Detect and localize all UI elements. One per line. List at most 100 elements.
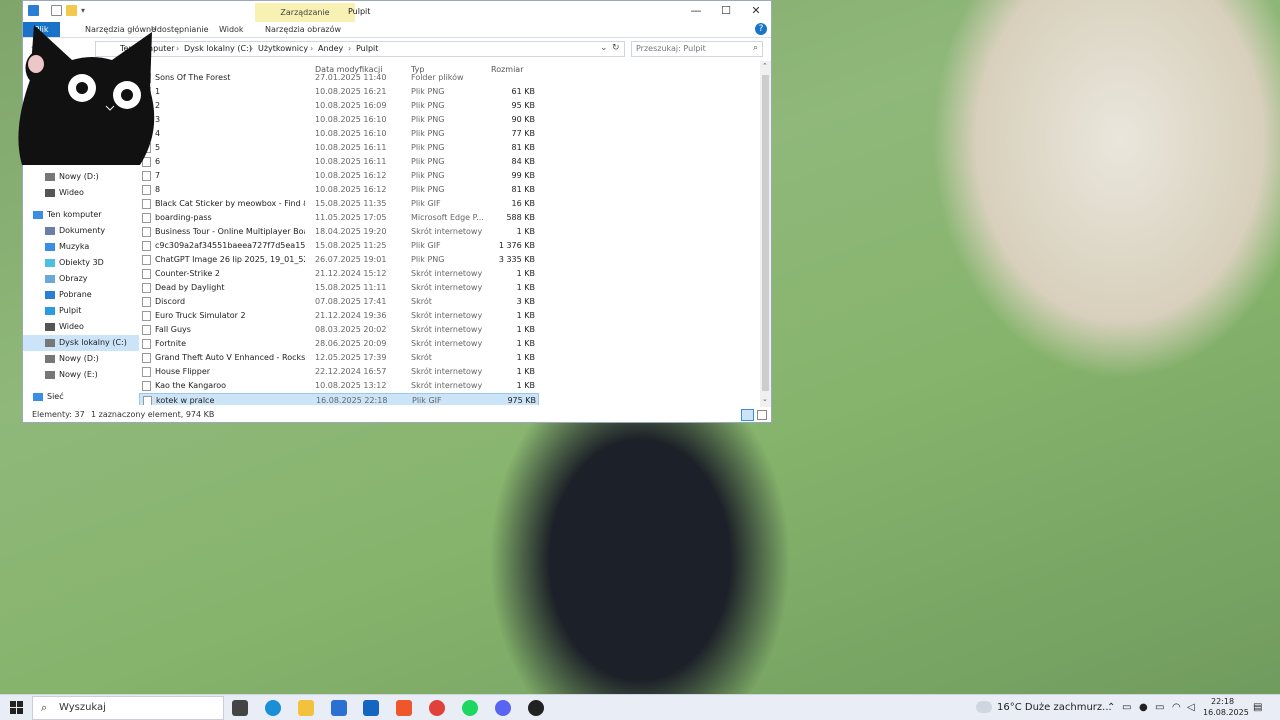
- file-date: 15.08.2025 11:35: [315, 199, 387, 208]
- taskbar-search[interactable]: ⌕ Wyszukaj: [32, 696, 224, 720]
- file-row[interactable]: Black Cat Sticker by meowbox - Find & S.…: [139, 197, 539, 211]
- nav-item[interactable]: Muzyka: [23, 239, 139, 255]
- weather-text[interactable]: 16°C Duże zachmurz...: [997, 702, 1112, 713]
- scroll-down-icon[interactable]: ⌄: [762, 395, 768, 403]
- large-icons-view-icon[interactable]: [757, 410, 767, 420]
- edge-icon[interactable]: [265, 700, 281, 716]
- nav-item[interactable]: Pobrane: [23, 287, 139, 303]
- volume-icon[interactable]: ◁: [1187, 702, 1195, 713]
- tab-view[interactable]: Widok: [213, 22, 250, 37]
- properties-icon[interactable]: [51, 5, 62, 16]
- discord-icon[interactable]: [495, 700, 511, 716]
- spotify-icon[interactable]: [462, 700, 478, 716]
- nav-item[interactable]: Wideo: [23, 319, 139, 335]
- file-row[interactable]: 2 10.08.2025 16:09 Plik PNG 95 KB: [139, 99, 539, 113]
- file-size: 99 KB: [511, 171, 535, 180]
- file-row[interactable]: kotek w pralce 16.08.2025 22:18 Plik GIF 97…: [139, 393, 539, 405]
- nav-item[interactable]: Obrazy: [23, 271, 139, 287]
- nav-item[interactable]: Nowy (D:): [23, 169, 139, 185]
- nav-item-label: Dysk lokalny (C:): [59, 338, 127, 347]
- address-bar[interactable]: Ten komputer › Dysk lokalny (C:) › Użytk…: [95, 41, 625, 57]
- breadcrumb-users[interactable]: Użytkownicy: [258, 44, 308, 53]
- file-row[interactable]: 8 10.08.2025 16:12 Plik PNG 81 KB: [139, 183, 539, 197]
- search-input[interactable]: Przeszukaj: Pulpit ⌕: [631, 41, 763, 57]
- file-explorer-icon[interactable]: [298, 700, 314, 716]
- file-row[interactable]: Counter-Strike 2 21.12.2024 15:12 Skrót in…: [139, 267, 539, 281]
- clock-date[interactable]: 16.08.2025: [1203, 708, 1249, 717]
- file-row[interactable]: 4 10.08.2025 16:10 Plik PNG 77 KB: [139, 127, 539, 141]
- file-type: Plik PNG: [411, 185, 445, 194]
- show-hidden-icons-icon[interactable]: ⌃: [1107, 702, 1115, 713]
- nav-item[interactable]: Ten komputer: [23, 207, 139, 223]
- file-row[interactable]: 7 10.08.2025 16:12 Plik PNG 99 KB: [139, 169, 539, 183]
- breadcrumb-desktop[interactable]: Pulpit: [356, 44, 378, 53]
- outlook-icon[interactable]: [363, 700, 379, 716]
- search-placeholder: Przeszukaj: Pulpit: [636, 44, 706, 53]
- nav-item[interactable]: Pulpit: [23, 303, 139, 319]
- file-row[interactable]: Grand Theft Auto V Enhanced - Rockstar .…: [139, 351, 539, 365]
- app-icon[interactable]: [528, 700, 544, 716]
- chrome-icon[interactable]: [429, 700, 445, 716]
- minimize-button[interactable]: —: [679, 1, 713, 21]
- file-type: Plik PNG: [411, 115, 445, 124]
- file-row[interactable]: Kao the Kangaroo 10.08.2025 13:12 Skrót in…: [139, 379, 539, 393]
- nav-item[interactable]: Nowy (D:): [23, 351, 139, 367]
- explorer-icon[interactable]: [28, 5, 39, 16]
- file-row[interactable]: boarding-pass 11.05.2025 17:05 Microsoft E…: [139, 211, 539, 225]
- vertical-scrollbar[interactable]: ⌃ ⌄: [760, 61, 771, 407]
- file-type: Skrót internetowy: [411, 339, 483, 348]
- nav-item-label: Obrazy: [59, 274, 88, 283]
- nav-item[interactable]: Obiekty 3D: [23, 255, 139, 271]
- task-view-icon[interactable]: [232, 700, 248, 716]
- refresh-icon[interactable]: ↻: [612, 43, 620, 53]
- dropdown-chevron-icon[interactable]: ⌄: [600, 43, 608, 53]
- brave-icon[interactable]: [396, 700, 412, 716]
- contextual-tab[interactable]: Zarządzanie: [255, 3, 355, 22]
- file-row[interactable]: ChatGPT Image 26 lip 2025, 19_01_52 26.07…: [139, 253, 539, 267]
- file-row[interactable]: Fall Guys 08.03.2025 20:02 Skrót interneto…: [139, 323, 539, 337]
- tab-picture-tools[interactable]: Narzędzia obrazów: [259, 22, 347, 37]
- meet-now-icon[interactable]: ▭: [1122, 702, 1131, 713]
- maximize-button[interactable]: ☐: [709, 1, 743, 21]
- close-button[interactable]: ✕: [739, 1, 773, 21]
- file-row[interactable]: Business Tour - Online Multiplayer Board…: [139, 225, 539, 239]
- nav-item[interactable]: Nowy (E:): [23, 367, 139, 383]
- file-row[interactable]: Dead by Daylight 15.08.2025 11:11 Skrót in…: [139, 281, 539, 295]
- customize-toolbar-icon[interactable]: ▾: [81, 6, 85, 15]
- microphone-icon[interactable]: ●: [1139, 702, 1148, 713]
- file-row[interactable]: Fortnite 28.06.2025 20:09 Skrót internetow…: [139, 337, 539, 351]
- file-row[interactable]: House Flipper 22.12.2024 16:57 Skrót inter…: [139, 365, 539, 379]
- network-icon[interactable]: ◠: [1172, 702, 1181, 713]
- store-icon[interactable]: [331, 700, 347, 716]
- new-folder-icon[interactable]: [66, 5, 77, 16]
- nav-item[interactable]: Dysk lokalny (C:): [23, 335, 139, 351]
- drive-icon: [45, 371, 55, 379]
- file-row[interactable]: 1 10.08.2025 16:21 Plik PNG 61 KB: [139, 85, 539, 99]
- file-type: Skrót: [411, 353, 432, 362]
- nav-item[interactable]: Dokumenty: [23, 223, 139, 239]
- file-row[interactable]: Discord 07.08.2025 17:41 Skrót 3 KB: [139, 295, 539, 309]
- file-row[interactable]: 3 10.08.2025 16:10 Plik PNG 90 KB: [139, 113, 539, 127]
- file-date: 21.12.2024 19:36: [315, 311, 387, 320]
- file-row[interactable]: Sons Of The Forest 27.01.2025 11:40 Folder…: [139, 71, 539, 85]
- file-date: 10.08.2025 16:09: [315, 101, 387, 110]
- file-row[interactable]: c9c309a2af34551baeea727f7d5ea151 15.08.20…: [139, 239, 539, 253]
- battery-icon[interactable]: ▭: [1155, 702, 1164, 713]
- breadcrumb-user[interactable]: Andey: [318, 44, 343, 53]
- file-row[interactable]: Euro Truck Simulator 2 21.12.2024 19:36 Sk…: [139, 309, 539, 323]
- scroll-up-icon[interactable]: ⌃: [762, 62, 768, 70]
- file-type: Plik PNG: [411, 255, 445, 264]
- weather-icon[interactable]: [976, 701, 992, 713]
- clock-time[interactable]: 22:18: [1211, 697, 1234, 706]
- details-view-icon[interactable]: [741, 409, 754, 421]
- file-row[interactable]: 6 10.08.2025 16:11 Plik PNG 84 KB: [139, 155, 539, 169]
- scrollbar-thumb[interactable]: [762, 75, 769, 391]
- search-icon: ⌕: [41, 701, 48, 714]
- notification-icon[interactable]: ▤: [1253, 702, 1262, 713]
- file-row[interactable]: 5 10.08.2025 16:11 Plik PNG 81 KB: [139, 141, 539, 155]
- breadcrumb-drive-c[interactable]: Dysk lokalny (C:): [184, 44, 252, 53]
- nav-item[interactable]: Sieć: [23, 389, 139, 405]
- help-icon[interactable]: ?: [755, 23, 767, 35]
- start-button[interactable]: [10, 701, 23, 714]
- nav-item[interactable]: Wideo: [23, 185, 139, 201]
